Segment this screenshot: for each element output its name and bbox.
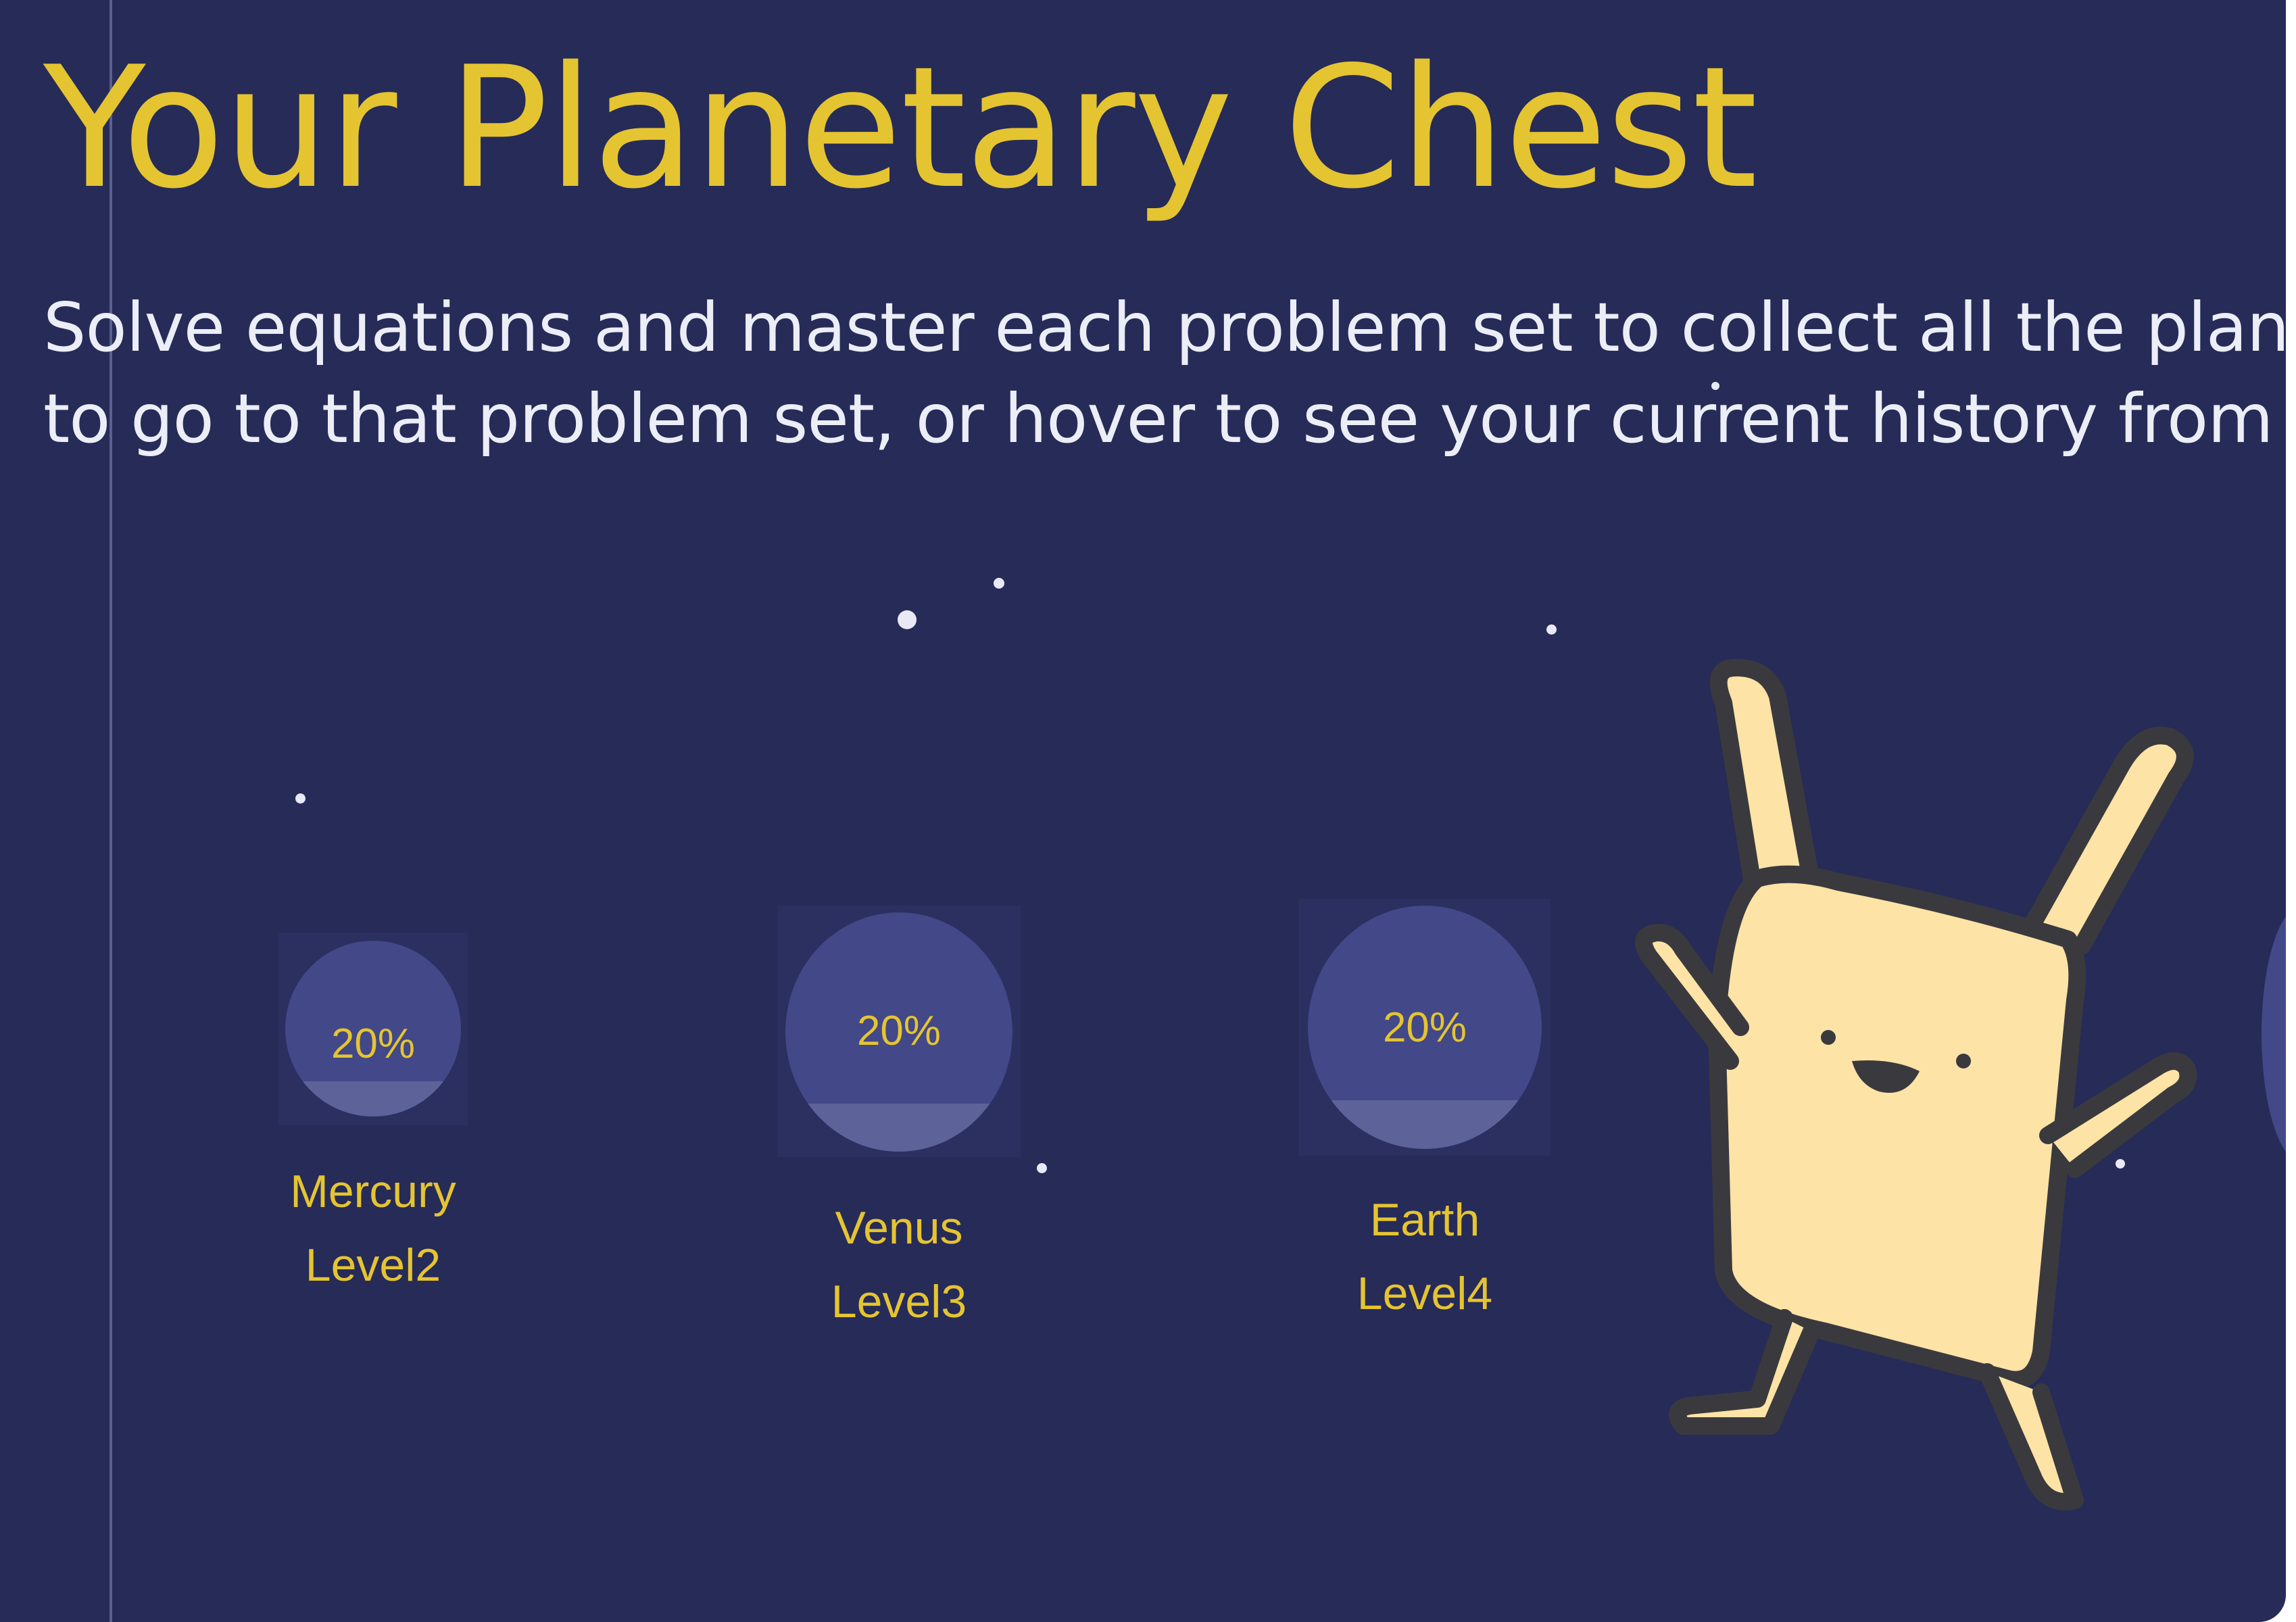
planet-level: Level3 xyxy=(831,1276,967,1327)
progress-percent: 20% xyxy=(331,1021,416,1067)
progress-percent: 20% xyxy=(1382,1004,1467,1051)
progress-fill xyxy=(785,1104,1012,1152)
progress-fill xyxy=(285,1081,461,1116)
page-title: Your Planetary Chest xyxy=(43,31,1758,226)
earth-planet-icon: 20% xyxy=(1308,906,1542,1149)
instructions-line-2: to go to that problem set, or hover to s… xyxy=(43,379,2286,458)
star-icon xyxy=(295,793,306,804)
cheering-creature-icon xyxy=(1635,658,2197,1510)
planet-level: Level2 xyxy=(305,1239,441,1291)
planet-venus[interactable]: 20% Venus Level3 xyxy=(764,906,1034,1331)
star-icon xyxy=(1037,1163,1047,1173)
mercury-planet-icon: 20% xyxy=(285,941,461,1116)
planet-level: Level4 xyxy=(1357,1268,1493,1319)
planet-earth[interactable]: 20% Earth Level4 xyxy=(1290,899,1560,1325)
planet-name: Earth xyxy=(1369,1194,1480,1246)
planetary-chest-panel: Your Planetary Chest Solve equations and… xyxy=(0,0,2286,1622)
planet-mercury[interactable]: 20% Mercury Level2 xyxy=(238,933,508,1298)
star-icon xyxy=(1711,382,1719,390)
star-icon xyxy=(1546,624,1557,635)
star-icon xyxy=(898,610,917,629)
venus-planet-icon: 20% xyxy=(785,912,1012,1152)
progress-fill xyxy=(1308,1100,1542,1149)
progress-percent: 20% xyxy=(856,1008,942,1054)
instructions-line-1: Solve equations and master each problem … xyxy=(43,288,2286,367)
star-icon xyxy=(994,578,1004,589)
planet-name: Mercury xyxy=(290,1166,456,1217)
divider-line xyxy=(109,0,112,1622)
offscreen-planet-icon[interactable] xyxy=(2262,906,2286,1162)
planet-name: Venus xyxy=(835,1202,963,1254)
